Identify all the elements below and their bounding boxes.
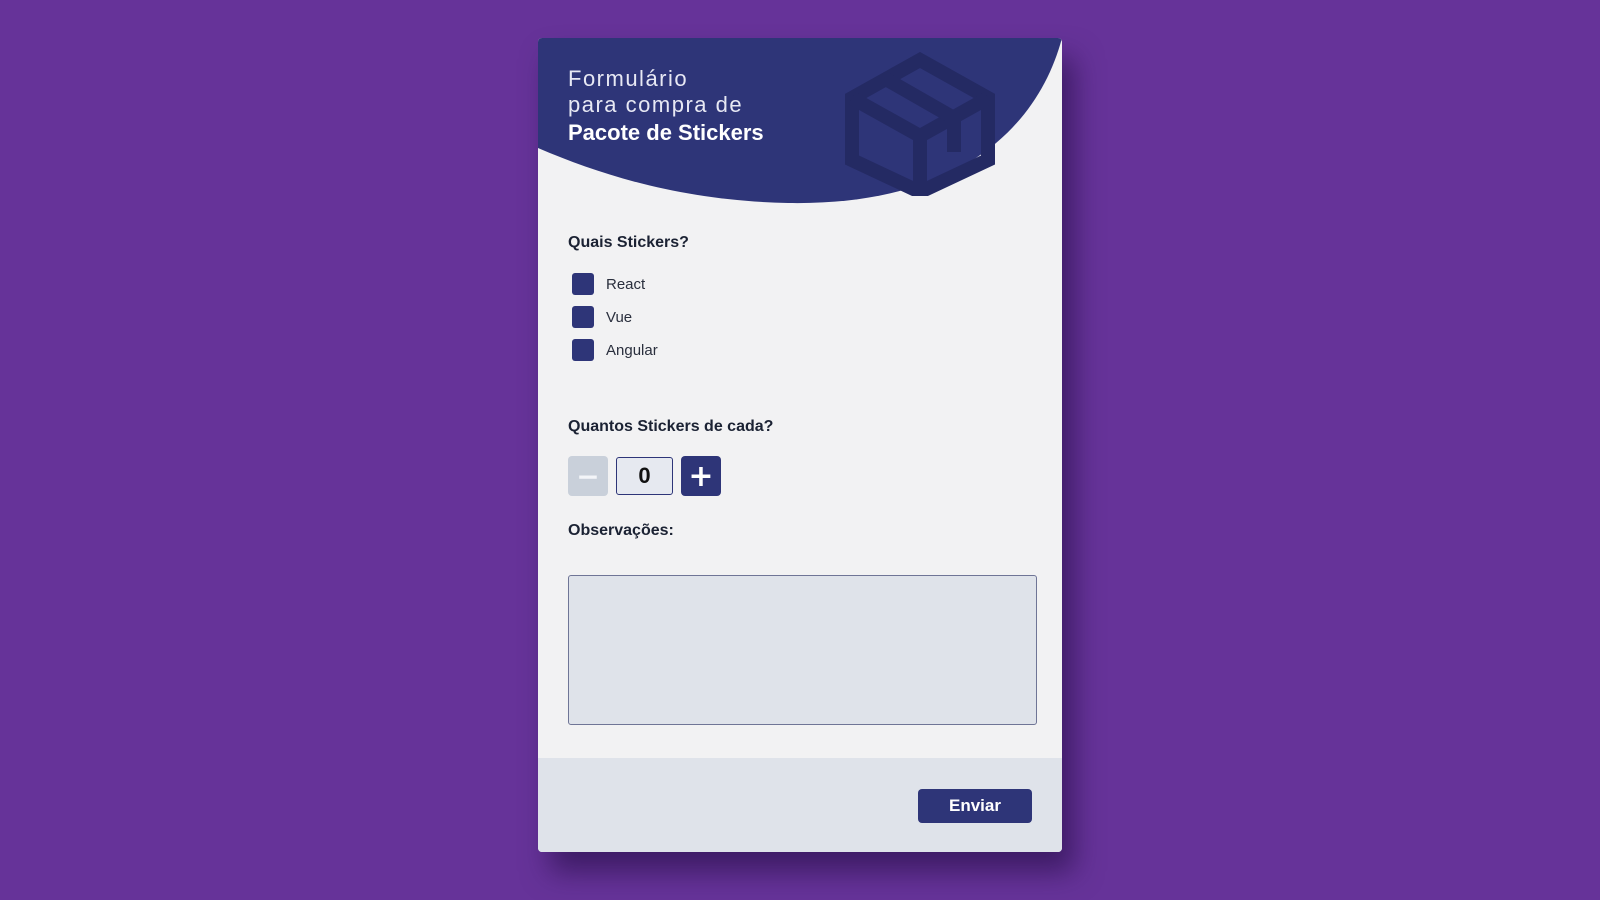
quantity-stepper: − 0 + (568, 456, 721, 496)
checkbox-react[interactable] (572, 273, 594, 295)
header-title: Pacote de Stickers (568, 120, 764, 145)
sticker-option-react[interactable]: React (572, 272, 645, 296)
decrement-button[interactable]: − (568, 456, 608, 496)
sticker-option-vue[interactable]: Vue (572, 305, 632, 329)
checkbox-label-react: React (606, 275, 646, 293)
sticker-option-angular[interactable]: Angular (572, 338, 658, 362)
quantity-question-label: Quantos Stickers de cada? (568, 418, 774, 435)
submit-button[interactable]: Enviar (918, 789, 1032, 823)
header-line-2: para compra de (568, 92, 744, 117)
quantity-value: 0 (616, 457, 673, 495)
package-box-icon (845, 52, 995, 196)
checkbox-angular[interactable] (572, 339, 594, 361)
form-footer: Enviar (538, 758, 1062, 852)
checkbox-label-vue: Vue (606, 308, 633, 326)
header-text: Formulário para compra de Pacote de Stic… (568, 66, 764, 148)
sticker-order-form: Formulário para compra de Pacote de Stic… (538, 38, 1062, 852)
notes-textarea[interactable] (568, 575, 1037, 725)
checkbox-label-angular: Angular (606, 341, 658, 359)
checkbox-vue[interactable] (572, 306, 594, 328)
header-line-1: Formulário (568, 66, 689, 91)
notes-label: Observações: (568, 522, 674, 539)
stickers-question-label: Quais Stickers? (568, 234, 689, 251)
increment-button[interactable]: + (681, 456, 721, 496)
